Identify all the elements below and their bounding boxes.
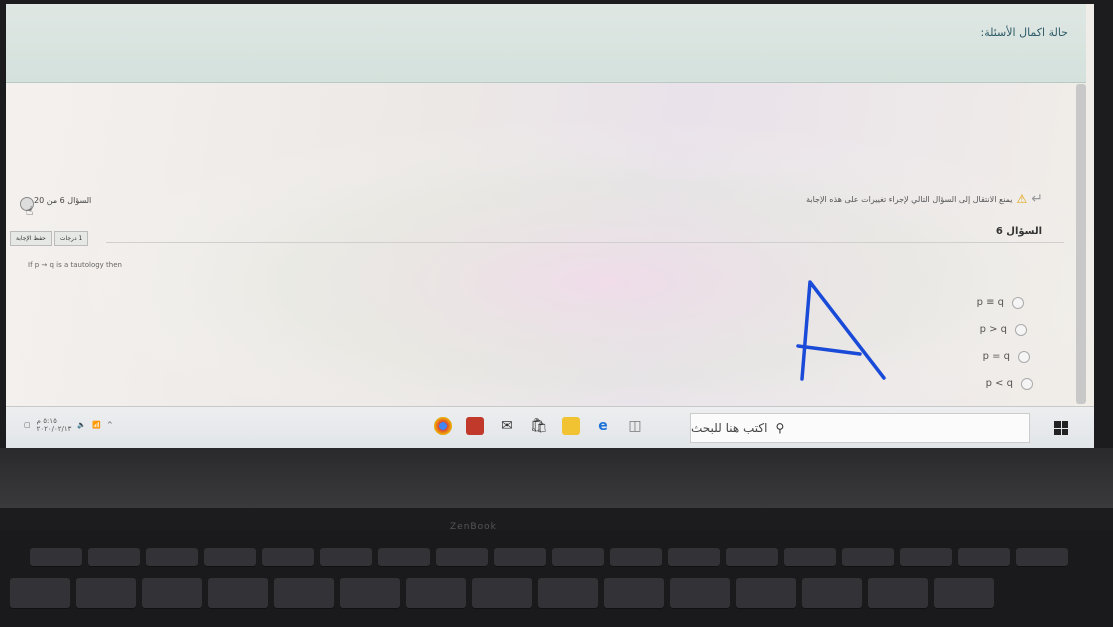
option-label: p > q bbox=[979, 324, 1007, 335]
pinned-apps: ✉ 🛍 e ◫ bbox=[434, 417, 644, 435]
edge-icon[interactable]: e bbox=[594, 417, 612, 435]
chrome-icon[interactable] bbox=[434, 417, 452, 435]
search-icon: ⚲ bbox=[775, 421, 785, 435]
mouse-cursor-icon: ☝ bbox=[26, 204, 34, 218]
mail-icon[interactable]: ✉ bbox=[498, 417, 516, 435]
handwritten-letter-a bbox=[796, 280, 886, 381]
save-answer-button[interactable]: حفظ الإجابة bbox=[10, 231, 52, 246]
file-explorer-icon[interactable] bbox=[562, 417, 580, 435]
key bbox=[30, 548, 82, 566]
key bbox=[552, 548, 604, 566]
windows-start-icon[interactable] bbox=[1054, 421, 1068, 435]
key bbox=[204, 548, 256, 566]
question-info-box: 1 درجات حفظ الإجابة bbox=[10, 231, 89, 246]
answer-option[interactable]: p < q bbox=[977, 370, 1033, 397]
key-row bbox=[30, 548, 1068, 566]
completion-status-label: حالة اكمال الأسئلة: bbox=[980, 26, 1068, 39]
key bbox=[472, 578, 532, 608]
key bbox=[726, 548, 778, 566]
clock-date: ٢٠٢٠/٠٢/١٣ bbox=[36, 425, 72, 433]
app-red-icon[interactable] bbox=[466, 417, 484, 435]
key bbox=[146, 548, 198, 566]
notification-icon[interactable]: ▢ bbox=[24, 421, 31, 429]
key bbox=[900, 548, 952, 566]
key bbox=[842, 548, 894, 566]
key bbox=[494, 548, 546, 566]
key bbox=[208, 578, 268, 608]
key bbox=[610, 548, 662, 566]
key bbox=[1016, 548, 1068, 566]
question-divider bbox=[106, 242, 1064, 243]
key bbox=[670, 578, 730, 608]
warning-text: يمنع الانتقال إلى السؤال التالي لإجراء ت… bbox=[806, 194, 1013, 204]
warning-icon: ⚠ bbox=[1016, 192, 1028, 206]
network-icon[interactable]: 📶 bbox=[92, 421, 101, 429]
option-label: p = q bbox=[982, 351, 1010, 362]
windows-taskbar: ▢ ٥:١٥ م ٢٠٢٠/٠٢/١٣ 🔈 📶 ^ ✉ 🛍 e ◫ ⚲ اكتب… bbox=[6, 406, 1094, 449]
option-radio[interactable] bbox=[1015, 323, 1027, 336]
key bbox=[378, 548, 430, 566]
key bbox=[142, 578, 202, 608]
question-title: السؤال 6 bbox=[995, 226, 1042, 237]
key bbox=[340, 578, 400, 608]
task-view-icon[interactable]: ◫ bbox=[626, 417, 644, 435]
store-icon[interactable]: 🛍 bbox=[530, 417, 548, 435]
key bbox=[10, 578, 70, 608]
screen: حالة اكمال الأسئلة: ↵ ⚠ يمنع الانتقال إل… bbox=[6, 4, 1094, 448]
key bbox=[320, 548, 372, 566]
page-scrollbar[interactable] bbox=[1076, 84, 1086, 404]
laptop-keyboard bbox=[0, 530, 1113, 627]
return-arrow-icon: ↵ bbox=[1031, 191, 1043, 207]
option-radio[interactable] bbox=[1012, 296, 1024, 309]
laptop-bezel bbox=[0, 448, 1113, 508]
navigation-warning: ↵ ⚠ يمنع الانتقال إلى السؤال التالي لإجر… bbox=[806, 191, 1049, 207]
completion-banner: حالة اكمال الأسئلة: bbox=[6, 4, 1086, 83]
key bbox=[958, 548, 1010, 566]
option-radio[interactable] bbox=[1021, 377, 1033, 390]
key bbox=[436, 548, 488, 566]
question-counter: السؤال 6 من 20 bbox=[34, 196, 92, 205]
volume-icon[interactable]: 🔈 bbox=[77, 421, 86, 429]
key bbox=[262, 548, 314, 566]
taskbar-search[interactable]: ⚲ اكتب هنا للبحث bbox=[690, 413, 1030, 443]
tray-chevron-icon[interactable]: ^ bbox=[107, 421, 113, 429]
laptop-brand: ZenBook bbox=[450, 522, 497, 532]
clock[interactable]: ٥:١٥ م ٢٠٢٠/٠٢/١٣ bbox=[37, 417, 72, 433]
search-placeholder: اكتب هنا للبحث bbox=[691, 421, 768, 435]
answer-options: p ≡ q p > q p = q p < q bbox=[977, 289, 1033, 397]
key bbox=[406, 578, 466, 608]
key bbox=[76, 578, 136, 608]
option-label: p ≡ q bbox=[976, 297, 1004, 308]
clock-time: ٥:١٥ م bbox=[36, 417, 57, 425]
answer-option[interactable]: p = q bbox=[977, 343, 1030, 370]
answer-option[interactable]: p > q bbox=[977, 316, 1027, 343]
key bbox=[736, 578, 796, 608]
option-label: p < q bbox=[985, 378, 1013, 389]
key bbox=[604, 578, 664, 608]
key bbox=[274, 578, 334, 608]
key bbox=[538, 578, 598, 608]
key bbox=[88, 548, 140, 566]
system-tray: ▢ ٥:١٥ م ٢٠٢٠/٠٢/١٣ 🔈 📶 ^ bbox=[24, 417, 113, 433]
key-row bbox=[10, 578, 994, 608]
key bbox=[668, 548, 720, 566]
key bbox=[934, 578, 994, 608]
answer-option[interactable]: p ≡ q bbox=[977, 289, 1024, 316]
key bbox=[868, 578, 928, 608]
points-label: 1 درجات bbox=[53, 231, 89, 246]
key bbox=[802, 578, 862, 608]
question-text: If p → q is a tautology then bbox=[28, 261, 122, 269]
key bbox=[784, 548, 836, 566]
option-radio[interactable] bbox=[1018, 350, 1030, 363]
